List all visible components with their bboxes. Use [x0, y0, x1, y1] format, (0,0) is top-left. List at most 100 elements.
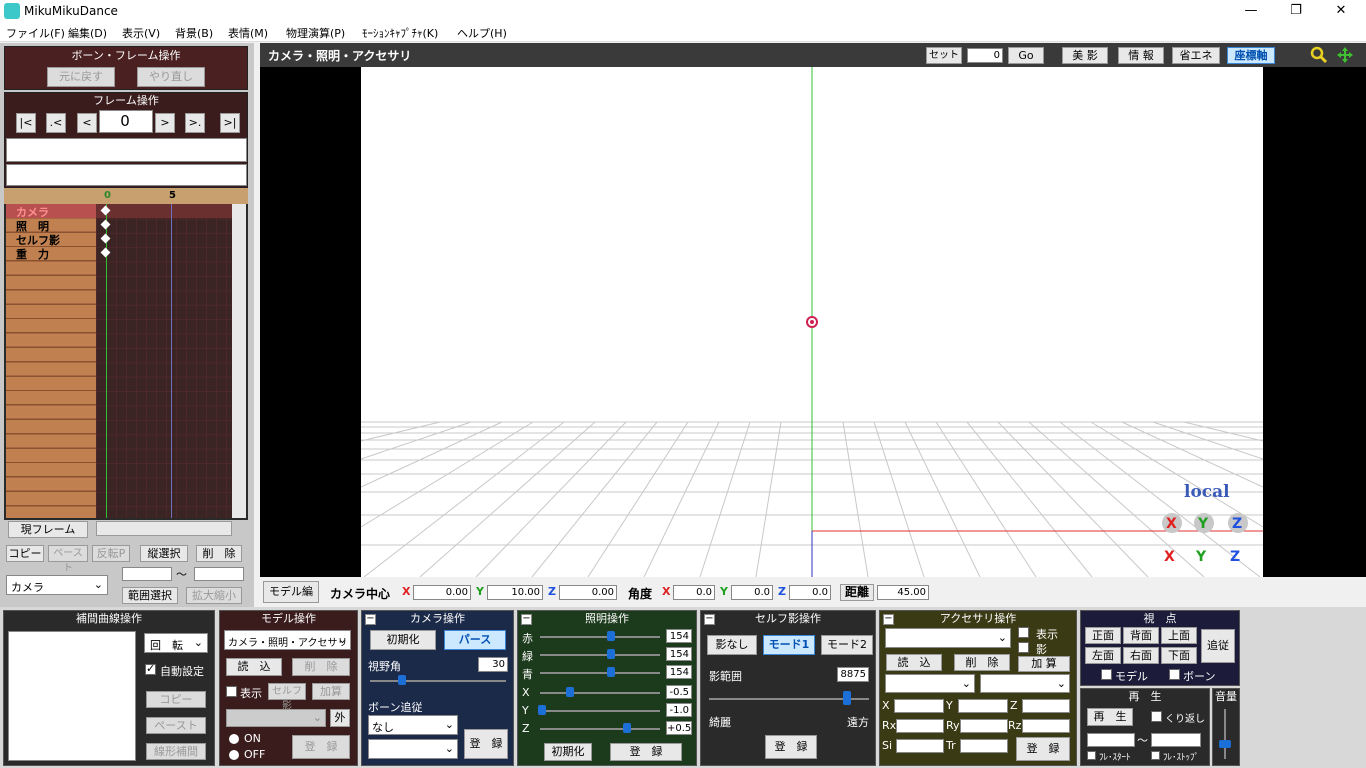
menu-motion-capture[interactable]: ﾓｰｼｮﾝｷｬﾌﾟﾁｬ(K) [362, 25, 438, 41]
model-register-button[interactable]: 登 録 [292, 735, 350, 759]
scale-button[interactable]: 拡大縮小 [186, 587, 242, 604]
view-model-checkbox[interactable] [1101, 669, 1112, 680]
light-y-thumb[interactable] [538, 705, 546, 715]
view-bone-checkbox[interactable] [1169, 669, 1180, 680]
camera-register-button[interactable]: 登 録 [464, 729, 508, 759]
copy-button[interactable]: コピー [6, 545, 44, 562]
set-frame-input[interactable]: 0 [967, 48, 1003, 63]
model-edit-button[interactable]: モデル編 [263, 581, 319, 603]
camera-y-input[interactable]: 10.00 [487, 585, 543, 600]
play-end-input[interactable] [1151, 733, 1201, 747]
acc-si-input[interactable] [896, 739, 944, 753]
menu-edit[interactable]: 編集(D) [68, 25, 107, 41]
range-end-input[interactable] [194, 567, 244, 581]
light-red-input[interactable]: 154 [666, 629, 692, 643]
set-button[interactable]: セット [926, 47, 962, 64]
redo-button[interactable]: やり直し [137, 67, 205, 87]
model-show-checkbox[interactable] [226, 686, 237, 697]
vertical-select-button[interactable]: 縦選択 [140, 545, 188, 562]
on-radio[interactable] [229, 734, 239, 744]
light-y-slider[interactable] [540, 710, 660, 712]
model-select-dropdown[interactable]: カメラ ⌄ [6, 575, 108, 595]
frame-number-input[interactable]: 0 [99, 110, 153, 133]
zoom-icon[interactable] [1310, 46, 1328, 64]
light-x-slider[interactable] [540, 692, 660, 694]
follow-bone-dropdown[interactable]: ⌄ [368, 739, 458, 759]
camera-x-input[interactable]: 0.00 [413, 585, 471, 600]
fov-slider[interactable] [370, 680, 506, 682]
view-bottom-button[interactable]: 下面 [1161, 647, 1197, 664]
minimize-button[interactable]: — [1228, 0, 1274, 22]
light-green-input[interactable]: 154 [666, 647, 692, 661]
frame-next-button[interactable]: > [155, 113, 175, 133]
view-back-button[interactable]: 背面 [1123, 627, 1159, 644]
timeline-hscroll[interactable] [96, 521, 232, 536]
repeat-checkbox[interactable] [1151, 711, 1162, 722]
shadow-register-button[interactable]: 登 録 [765, 735, 817, 759]
camera-init-button[interactable]: 初期化 [370, 630, 436, 650]
view-right-button[interactable]: 右面 [1123, 647, 1159, 664]
light-blue-input[interactable]: 154 [666, 665, 692, 679]
eco-button[interactable]: 省エネ [1172, 47, 1220, 64]
acc-z-input[interactable] [1022, 699, 1070, 713]
accessory-register-button[interactable]: 登 録 [1016, 737, 1070, 761]
acc-tr-input[interactable] [960, 739, 1008, 753]
view-follow-button[interactable]: 追従 [1201, 629, 1235, 663]
angle-x-input[interactable]: 0.0 [673, 585, 715, 600]
frame-prev-key-button[interactable]: .< [46, 113, 66, 133]
menu-view[interactable]: 表示(V) [122, 25, 160, 41]
model-self-shadow-button[interactable]: セルフ影 [268, 683, 306, 712]
light-red-slider[interactable] [540, 636, 660, 638]
auto-setting-checkbox[interactable]: ✓ [145, 662, 156, 675]
frame-first-button[interactable]: |< [16, 113, 36, 133]
restore-button[interactable]: ❐ [1273, 0, 1319, 22]
play-button[interactable]: 再 生 [1087, 708, 1133, 726]
frame-next-key-button[interactable]: >. [185, 113, 205, 133]
timeline[interactable]: 0 5 カメラ 照 明 セルフ影 重 力 [4, 188, 248, 520]
light-z-thumb[interactable] [623, 723, 631, 733]
light-x-thumb[interactable] [566, 687, 574, 697]
range-start-input[interactable] [122, 567, 172, 581]
model-add-button[interactable]: 加算 [312, 683, 350, 700]
accessory-delete-button[interactable]: 削 除 [954, 654, 1010, 671]
no-shadow-button[interactable]: 影なし [707, 635, 757, 655]
frame-last-button[interactable]: >| [220, 113, 240, 133]
view-front-button[interactable]: 正面 [1085, 627, 1121, 644]
model-load-button[interactable]: 読 込 [226, 658, 282, 676]
menu-physics[interactable]: 物理演算(P) [286, 25, 345, 41]
keyframe-grid[interactable] [96, 204, 232, 518]
accessory-load-button[interactable]: 読 込 [886, 654, 942, 671]
light-red-thumb[interactable] [607, 631, 615, 641]
interp-copy-button[interactable]: コピー [146, 691, 206, 708]
view-left-button[interactable]: 左面 [1085, 647, 1121, 664]
fov-slider-thumb[interactable] [398, 675, 406, 685]
range-select-button[interactable]: 範囲選択 [122, 587, 178, 604]
acc-rx-input[interactable] [896, 719, 944, 733]
timeline-scrollbar[interactable] [232, 204, 246, 518]
menu-background[interactable]: 背景(B) [175, 25, 213, 41]
camera-z-input[interactable]: 0.00 [559, 585, 617, 600]
accessory-add-button[interactable]: 加 算 [1018, 656, 1070, 672]
angle-y-input[interactable]: 0.0 [731, 585, 773, 600]
menu-help[interactable]: ヘルプ(H) [457, 25, 507, 41]
interp-curve-canvas[interactable] [8, 631, 136, 761]
menu-expression[interactable]: 表情(M) [228, 25, 268, 41]
beauty-shadow-button[interactable]: 美 影 [1062, 47, 1108, 64]
invert-paste-button[interactable]: 反転P [92, 545, 130, 562]
undo-button[interactable]: 元に戻す [47, 67, 115, 87]
close-button[interactable]: ✕ [1318, 0, 1364, 22]
move-icon[interactable] [1336, 46, 1354, 64]
angle-z-input[interactable]: 0.0 [789, 585, 831, 600]
acc-rz-input[interactable] [1022, 719, 1070, 733]
axis-button[interactable]: 座標軸 [1227, 47, 1275, 64]
frame-stop-checkbox[interactable] [1151, 751, 1160, 760]
light-z-input[interactable]: +0.5 [666, 721, 692, 735]
distance-input[interactable]: 45.00 [877, 585, 929, 600]
light-y-input[interactable]: -1.0 [666, 703, 692, 717]
paste-button[interactable]: ペースト [48, 545, 88, 574]
follow-model-dropdown[interactable]: なし ⌄ [368, 715, 458, 735]
shadow-mode1-button[interactable]: モード1 [763, 635, 815, 655]
outside-parent-button[interactable]: 外 [330, 709, 350, 727]
track-gravity[interactable]: 重 力 [16, 246, 49, 262]
interp-type-dropdown[interactable]: 回 転 ⌄ [144, 633, 208, 653]
